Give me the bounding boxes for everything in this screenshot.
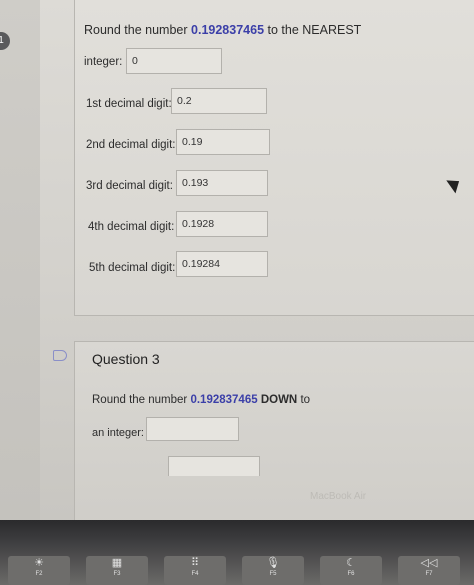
rewind-key[interactable]: ◁◁ F7 xyxy=(398,556,460,585)
microphone-icon: 🎙 xyxy=(266,557,280,569)
left-strip xyxy=(0,0,40,520)
fourth-decimal-label: 4th decimal digit: xyxy=(88,221,175,233)
flag-icon[interactable] xyxy=(53,350,67,361)
second-decimal-input[interactable] xyxy=(176,129,270,155)
first-decimal-input[interactable] xyxy=(171,88,267,114)
dictation-key[interactable]: 🎙 F5 xyxy=(242,556,304,585)
launchpad-key[interactable]: ⠿ F4 xyxy=(164,556,226,585)
question-1-prompt: Round the number 0.192837465 to the NEAR… xyxy=(84,23,361,37)
screen: 1 Round the number 0.192837465 to the NE… xyxy=(0,0,474,532)
question-3-prompt: Round the number 0.192837465 DOWN to xyxy=(92,394,310,406)
rewind-icon: ◁◁ xyxy=(420,557,438,569)
function-key-row: ☀ F2 ▦ F3 ⠿ F4 🎙 F5 ☾ F6 ◁◁ F7 xyxy=(0,556,474,585)
q3-integer-label: an integer: xyxy=(92,427,144,439)
fkey-label: F5 xyxy=(269,571,277,577)
do-not-disturb-key[interactable]: ☾ F6 xyxy=(320,556,382,585)
fkey-label: F4 xyxy=(191,571,199,577)
question-3-title: Question 3 xyxy=(92,351,160,367)
third-decimal-label: 3rd decimal digit: xyxy=(86,180,173,192)
mission-control-icon: ▦ xyxy=(111,557,123,569)
second-decimal-label: 2nd decimal digit: xyxy=(86,139,176,151)
prompt-direction: DOWN xyxy=(260,394,298,406)
laptop-brand: MacBook Air xyxy=(310,491,367,502)
fkey-label: F2 xyxy=(35,571,43,577)
first-decimal-label: 1st decimal digit: xyxy=(86,98,172,110)
brightness-up-key[interactable]: ☀ F2 xyxy=(8,556,70,585)
prompt-number: 0.192837465 xyxy=(190,394,258,406)
integer-input[interactable] xyxy=(126,48,222,74)
q3-integer-input[interactable] xyxy=(146,417,239,441)
fkey-label: F7 xyxy=(425,571,433,577)
moon-icon: ☾ xyxy=(346,557,356,569)
fifth-decimal-label: 5th decimal digit: xyxy=(89,262,176,274)
integer-label: integer: xyxy=(84,56,123,68)
third-decimal-input[interactable] xyxy=(176,170,268,196)
prompt-suffix: to xyxy=(300,394,311,406)
launchpad-icon: ⠿ xyxy=(190,557,200,569)
fkey-label: F3 xyxy=(113,571,121,577)
prompt-prefix: Round the number xyxy=(84,23,188,37)
prompt-suffix: to the NEAREST xyxy=(267,23,362,37)
fkey-label: F6 xyxy=(347,571,355,577)
mission-control-key[interactable]: ▦ F3 xyxy=(86,556,148,585)
fifth-decimal-input[interactable] xyxy=(176,251,268,277)
prompt-prefix: Round the number xyxy=(92,394,188,406)
prompt-number: 0.192837465 xyxy=(191,23,265,37)
fourth-decimal-input[interactable] xyxy=(176,211,268,237)
q3-next-input[interactable] xyxy=(168,456,260,476)
brightness-icon: ☀ xyxy=(34,557,44,569)
